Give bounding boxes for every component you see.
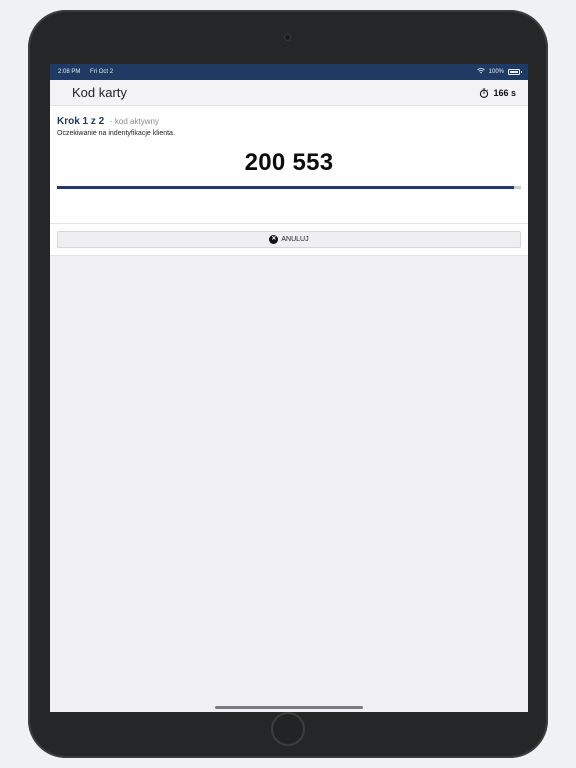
home-button[interactable] [271, 712, 305, 746]
status-left: 2:08 PM Fri Oct 2 [58, 69, 121, 75]
progress-bar [57, 186, 521, 189]
code-card: Krok 1 z 2 - kod aktywny Oczekiwanie na … [50, 106, 528, 224]
tablet-frame: 2:08 PM Fri Oct 2 100% Kod karty 166 s K… [28, 10, 548, 758]
close-circle-icon: ✕ [269, 235, 279, 244]
step-title: Krok 1 z 2 [57, 116, 105, 127]
screen: 2:08 PM Fri Oct 2 100% Kod karty 166 s K… [50, 64, 528, 712]
battery-percent: 100% [488, 69, 504, 75]
status-right: 100% [476, 68, 522, 76]
step-line: Krok 1 z 2 - kod aktywny [57, 116, 521, 127]
nav-bar: Kod karty 166 s [50, 80, 528, 106]
camera [284, 34, 291, 41]
action-area: ✕ ANULUJ [50, 224, 528, 256]
stopwatch-icon [480, 88, 489, 98]
page-title: Kod karty [72, 85, 127, 100]
countdown-timer: 166 s [479, 88, 516, 98]
progress-fill [57, 186, 515, 189]
cancel-button[interactable]: ✕ ANULUJ [57, 231, 521, 248]
card-code: 200 553 [244, 149, 334, 176]
home-indicator [215, 706, 363, 709]
status-time: 2:08 PM [58, 69, 81, 75]
step-subtitle: - kod aktywny [110, 117, 159, 126]
timer-value: 166 s [493, 87, 516, 98]
cancel-label: ANULUJ [281, 236, 309, 243]
status-bar: 2:08 PM Fri Oct 2 100% [50, 64, 528, 80]
battery-icon [508, 69, 522, 75]
wifi-icon [476, 68, 485, 76]
status-date: Fri Oct 2 [90, 69, 114, 75]
waiting-message: Oczekiwanie na indentyfikacje klienta. [57, 130, 175, 137]
